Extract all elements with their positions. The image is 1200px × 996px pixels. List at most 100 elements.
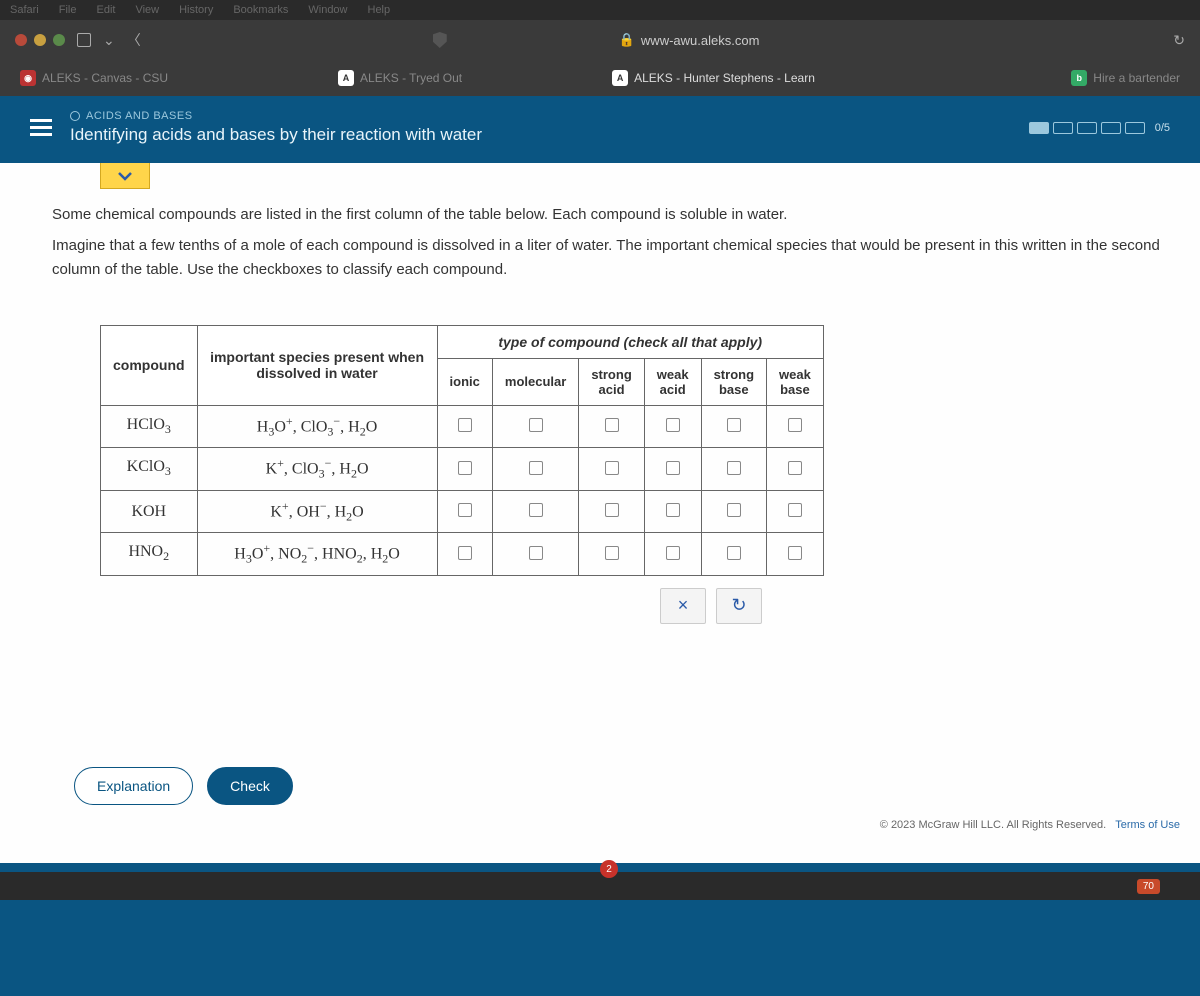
window-controls: [15, 34, 65, 46]
th-weak-acid: weakacid: [644, 358, 701, 405]
explanation-button[interactable]: Explanation: [74, 767, 193, 805]
th-strong-base: strongbase: [701, 358, 766, 405]
instruction-text: Some chemical compounds are listed in th…: [0, 163, 1200, 311]
checkbox-weak-acid[interactable]: [666, 503, 680, 517]
menu-item[interactable]: Safari: [10, 4, 39, 16]
checkbox-molecular[interactable]: [529, 418, 543, 432]
menu-item[interactable]: Help: [368, 4, 391, 16]
th-species: important species present when dissolved…: [197, 325, 437, 405]
maximize-window-button[interactable]: [53, 34, 65, 46]
species-list: H3O+, ClO3−, H2O: [197, 405, 437, 448]
chevron-down-icon[interactable]: ⌄: [103, 32, 115, 49]
checkbox-strong-acid[interactable]: [605, 461, 619, 475]
checkbox-strong-base[interactable]: [727, 418, 741, 432]
minimize-window-button[interactable]: [34, 34, 46, 46]
topic-text: ACIDS AND BASES Identifying acids and ba…: [70, 110, 482, 145]
topic-header: ACIDS AND BASES Identifying acids and ba…: [0, 96, 1200, 163]
menu-item[interactable]: File: [59, 4, 77, 16]
progress-indicator: 0/5: [1029, 122, 1170, 134]
sidebar-toggle-icon[interactable]: [77, 33, 91, 47]
expand-button[interactable]: [100, 163, 150, 189]
url-bar[interactable]: 🔒 www-awu.aleks.com: [619, 32, 760, 48]
tab-learn[interactable]: A ALEKS - Hunter Stephens - Learn: [612, 70, 815, 86]
menu-item[interactable]: History: [179, 4, 213, 16]
tab-label: ALEKS - Canvas - CSU: [42, 71, 168, 85]
menu-item[interactable]: Window: [308, 4, 347, 16]
menu-icon[interactable]: [30, 119, 52, 136]
browser-toolbar: ⌄ 〈 🔒 www-awu.aleks.com ↻: [0, 20, 1200, 60]
compound-name: KOH: [101, 490, 198, 533]
shield-icon[interactable]: [433, 32, 447, 48]
reset-button[interactable]: ↻: [716, 588, 762, 624]
th-molecular: molecular: [492, 358, 578, 405]
checkbox-strong-acid[interactable]: [605, 503, 619, 517]
clear-button[interactable]: ×: [660, 588, 706, 624]
checkbox-weak-base[interactable]: [788, 418, 802, 432]
battery-badge: 70: [1137, 879, 1160, 894]
checkbox-molecular[interactable]: [529, 461, 543, 475]
checkbox-ionic[interactable]: [458, 461, 472, 475]
notification-badge[interactable]: 2: [600, 860, 618, 878]
species-list: H3O+, NO2−, HNO2, H2O: [197, 533, 437, 576]
checkbox-strong-acid[interactable]: [605, 418, 619, 432]
menu-item[interactable]: Edit: [96, 4, 115, 16]
check-button[interactable]: Check: [207, 767, 293, 805]
close-window-button[interactable]: [15, 34, 27, 46]
compound-table: compound important species present when …: [100, 325, 824, 576]
menu-item[interactable]: Bookmarks: [233, 4, 288, 16]
checkbox-strong-base[interactable]: [727, 546, 741, 560]
progress-box: [1077, 122, 1097, 134]
table-tools: × ↻: [660, 588, 1200, 624]
checkbox-strong-acid[interactable]: [605, 546, 619, 560]
checkbox-ionic[interactable]: [458, 546, 472, 560]
th-ionic: ionic: [437, 358, 492, 405]
species-list: K+, OH−, H2O: [197, 490, 437, 533]
circle-icon: [70, 111, 80, 121]
reload-icon[interactable]: ↻: [1173, 32, 1185, 49]
tab-label: ALEKS - Hunter Stephens - Learn: [634, 71, 815, 85]
progress-box: [1125, 122, 1145, 134]
checkbox-strong-base[interactable]: [727, 503, 741, 517]
progress-box: [1053, 122, 1073, 134]
checkbox-weak-acid[interactable]: [666, 546, 680, 560]
checkbox-ionic[interactable]: [458, 503, 472, 517]
back-button[interactable]: 〈: [127, 30, 141, 50]
progress-box: [1029, 122, 1049, 134]
tab-bar: ◉ ALEKS - Canvas - CSU A ALEKS - Tryed O…: [0, 60, 1200, 96]
tab-tryed-out[interactable]: A ALEKS - Tryed Out: [338, 70, 462, 86]
checkbox-weak-base[interactable]: [788, 546, 802, 560]
checkbox-molecular[interactable]: [529, 546, 543, 560]
tab-canvas[interactable]: ◉ ALEKS - Canvas - CSU: [20, 70, 168, 86]
tab-bartender[interactable]: b Hire a bartender: [1071, 70, 1180, 86]
lock-icon: 🔒: [619, 32, 635, 48]
checkbox-molecular[interactable]: [529, 503, 543, 517]
instruction-p2: Imagine that a few tenths of a mole of e…: [52, 234, 1160, 281]
bottom-chrome: 70: [0, 872, 1200, 900]
checkbox-weak-acid[interactable]: [666, 418, 680, 432]
topic-category: ACIDS AND BASES: [70, 110, 482, 122]
tab-label: Hire a bartender: [1093, 71, 1180, 85]
compound-name: HClO3: [101, 405, 198, 448]
menubar: Safari File Edit View History Bookmarks …: [0, 0, 1200, 20]
chevron-down-icon: [117, 170, 133, 182]
th-compound: compound: [101, 325, 198, 405]
content-area: ACIDS AND BASES Identifying acids and ba…: [0, 96, 1200, 996]
checkbox-weak-base[interactable]: [788, 461, 802, 475]
menu-item[interactable]: View: [135, 4, 159, 16]
th-type-label: type of compound (check all that apply): [498, 334, 762, 350]
terms-link[interactable]: Terms of Use: [1115, 819, 1180, 831]
checkbox-ionic[interactable]: [458, 418, 472, 432]
checkbox-strong-base[interactable]: [727, 461, 741, 475]
progress-box: [1101, 122, 1121, 134]
th-strong-acid: strongacid: [579, 358, 644, 405]
table-row: HNO2 H3O+, NO2−, HNO2, H2O: [101, 533, 824, 576]
tab-favicon: A: [612, 70, 628, 86]
th-weak-base: weakbase: [767, 358, 824, 405]
tab-favicon: b: [1071, 70, 1087, 86]
progress-label: 0/5: [1155, 122, 1170, 134]
instruction-p1: Some chemical compounds are listed in th…: [52, 203, 1160, 226]
checkbox-weak-base[interactable]: [788, 503, 802, 517]
category-label: ACIDS AND BASES: [86, 110, 193, 122]
compound-name: HNO2: [101, 533, 198, 576]
checkbox-weak-acid[interactable]: [666, 461, 680, 475]
